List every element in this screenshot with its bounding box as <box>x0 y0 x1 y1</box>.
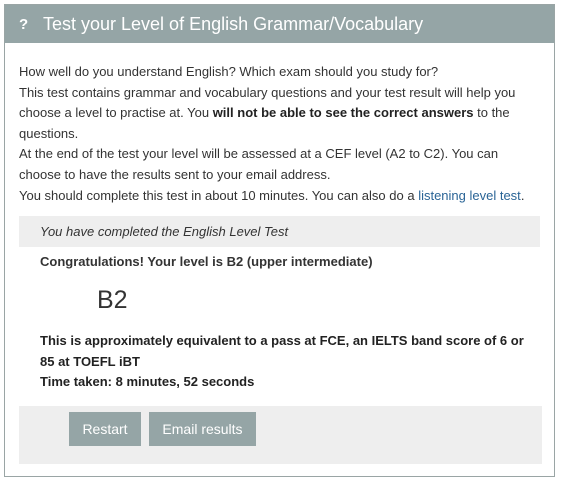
equivalence-text: This is approximately equivalent to a pa… <box>40 333 524 369</box>
completion-notice: You have completed the English Level Tes… <box>19 216 540 248</box>
level-badge: B2 <box>97 286 128 315</box>
restart-button[interactable]: Restart <box>69 412 141 446</box>
question-icon: ? <box>19 15 29 33</box>
level-test-panel: ? Test your Level of English Grammar/Voc… <box>4 4 555 477</box>
panel-body: How well do you understand English? Whic… <box>5 43 554 393</box>
intro-text-span: . <box>520 187 525 203</box>
panel-header: ? Test your Level of English Grammar/Voc… <box>5 5 554 43</box>
intro-line: How well do you understand English? Whic… <box>19 64 439 79</box>
intro-text-span: You should complete this test in about 1… <box>19 187 419 203</box>
time-taken: Time taken: 8 minutes, 52 seconds <box>40 374 255 390</box>
intro-line: You should complete this test in about 1… <box>19 186 540 207</box>
intro-line: At the end of the test your level will b… <box>19 146 499 182</box>
intro-bold-text: will not be able to see the correct answ… <box>212 105 474 121</box>
intro-line: This test contains grammar and vocabular… <box>19 83 540 145</box>
congratulations-text: Congratulations! Your level is B2 (upper… <box>40 254 373 270</box>
panel-title: Test your Level of English Grammar/Vocab… <box>43 13 424 34</box>
intro-text: How well do you understand English? Whic… <box>19 62 540 206</box>
email-results-button[interactable]: Email results <box>149 412 256 446</box>
button-bar: Restart Email results <box>19 406 542 464</box>
listening-test-link[interactable]: listening level test <box>418 188 521 203</box>
result-body: Congratulations! Your level is B2 (upper… <box>19 254 540 393</box>
